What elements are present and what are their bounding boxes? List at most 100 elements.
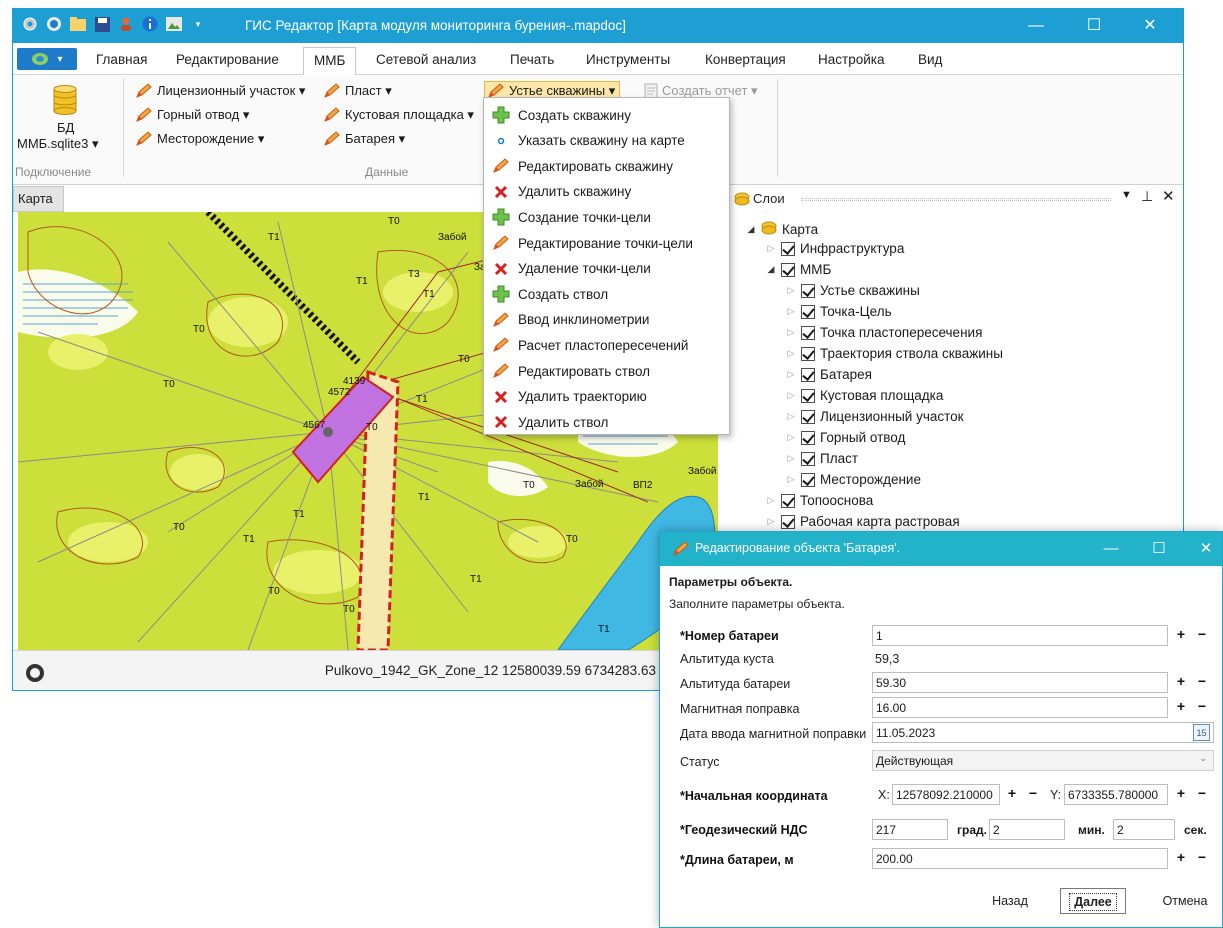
mining-allotment-button[interactable]: Горный отвод ▾ (135, 107, 249, 123)
layer-tree-item[interactable]: ▷ Устье скважины (786, 283, 920, 298)
collapsed-arrow-icon[interactable]: ▷ (786, 453, 796, 464)
layer-visibility-checkbox[interactable] (781, 241, 795, 256)
layer-tree-item[interactable]: ▷ Топооснова (766, 493, 874, 508)
layer-visibility-checkbox[interactable] (801, 409, 815, 424)
dialog-minimize-button[interactable]: — (1093, 538, 1129, 560)
back-button[interactable]: Назад (980, 888, 1040, 914)
increment-button[interactable]: + (1174, 627, 1188, 642)
pin-icon[interactable]: ⊥ (1141, 188, 1153, 205)
collapsed-arrow-icon[interactable]: ▷ (766, 243, 776, 254)
tab-tools[interactable]: Инструменты (586, 52, 670, 67)
layer-visibility-checkbox[interactable] (781, 514, 795, 529)
menu-item[interactable]: Расчет пластопересечений (484, 332, 729, 358)
collapsed-arrow-icon[interactable]: ▷ (766, 516, 776, 527)
seconds-input[interactable]: 2 (1113, 819, 1175, 840)
menu-item[interactable]: Удалить ствол (484, 409, 729, 435)
tab-main[interactable]: Главная (96, 52, 147, 67)
app-menu-button[interactable]: ▾ (17, 48, 77, 70)
dialog-close-button[interactable]: ✕ (1188, 538, 1223, 560)
layer-visibility-checkbox[interactable] (801, 472, 815, 487)
info-icon[interactable] (141, 15, 159, 33)
layer-visibility-checkbox[interactable] (801, 430, 815, 445)
increment-button[interactable]: + (1174, 674, 1188, 689)
tab-editing[interactable]: Редактирование (176, 52, 279, 67)
menu-item[interactable]: Редактировать скважину (484, 153, 729, 179)
collapsed-arrow-icon[interactable]: ▷ (786, 306, 796, 317)
decrement-button[interactable]: − (1195, 786, 1209, 801)
layer-tree-item[interactable]: ▷ Лицензионный участок (786, 409, 964, 424)
collapsed-arrow-icon[interactable]: ▷ (786, 348, 796, 359)
collapsed-arrow-icon[interactable]: ▷ (786, 474, 796, 485)
layer-visibility-checkbox[interactable] (801, 346, 815, 361)
calendar-icon[interactable]: 15 (1193, 724, 1210, 741)
collapsed-arrow-icon[interactable]: ▷ (786, 411, 796, 422)
minutes-input[interactable]: 2 (989, 819, 1065, 840)
increment-button[interactable]: + (1005, 786, 1019, 801)
mag-date-picker[interactable]: 11.05.2023 15 (872, 722, 1214, 743)
folder-icon[interactable] (69, 15, 87, 33)
users-icon[interactable] (117, 15, 135, 33)
collapsed-arrow-icon[interactable]: ▷ (786, 327, 796, 338)
menu-item[interactable]: Создать ствол (484, 281, 729, 307)
battery-button[interactable]: Батарея ▾ (323, 131, 405, 147)
status-select[interactable]: Действующая ⌄ (872, 750, 1214, 771)
x-coordinate-input[interactable]: 12578092.210000 (892, 784, 1000, 805)
degrees-input[interactable]: 217 (872, 819, 948, 840)
menu-item[interactable]: Ввод инклинометрии (484, 307, 729, 333)
tab-print[interactable]: Печать (510, 52, 554, 67)
collapsed-arrow-icon[interactable]: ▷ (786, 390, 796, 401)
maximize-button[interactable]: ☐ (1071, 13, 1117, 39)
mag-correction-input[interactable]: 16.00 (872, 697, 1168, 718)
y-coordinate-input[interactable]: 6733355.780000 (1064, 784, 1168, 805)
dialog-maximize-button[interactable]: ☐ (1141, 538, 1177, 560)
battery-altitude-input[interactable]: 59.30 (872, 672, 1168, 693)
menu-item[interactable]: Редактировать ствол (484, 358, 729, 384)
layer-tree-item[interactable]: ▷ Горный отвод (786, 430, 906, 445)
tab-map[interactable]: Карта (13, 186, 64, 212)
layer-tree-item[interactable]: ◢ Карта (746, 220, 818, 239)
close-button[interactable]: ✕ (1127, 13, 1173, 39)
menu-item[interactable]: Удалить траекторию (484, 384, 729, 410)
decrement-button[interactable]: − (1195, 699, 1209, 714)
layer-tree-item[interactable]: ▷ Кустовая площадка (786, 388, 944, 403)
decrement-button[interactable]: − (1195, 674, 1209, 689)
panel-menu-icon[interactable]: ▼ (1121, 189, 1132, 201)
globe-icon[interactable] (45, 15, 63, 33)
minimize-button[interactable]: — (1013, 13, 1059, 39)
tab-view[interactable]: Вид (918, 52, 942, 67)
menu-item[interactable]: Указать скважину на карте (484, 128, 729, 154)
license-area-button[interactable]: Лицензионный участок ▾ (135, 83, 305, 99)
menu-item[interactable]: Удалить скважину (484, 179, 729, 205)
image-icon[interactable] (165, 15, 183, 33)
battery-number-input[interactable]: 1 (872, 625, 1168, 646)
tab-conversion[interactable]: Конвертация (705, 52, 786, 67)
layer-tree-item[interactable]: ▷ Инфраструктура (766, 241, 905, 256)
database-button[interactable]: БД ММБ.sqlite3 ▾ (17, 81, 117, 157)
layer-visibility-checkbox[interactable] (781, 262, 795, 277)
layer-tree-item[interactable]: ▷ Точка-Цель (786, 304, 892, 319)
increment-button[interactable]: + (1174, 786, 1188, 801)
layer-visibility-checkbox[interactable] (801, 388, 815, 403)
next-button[interactable]: Далее (1060, 888, 1126, 914)
layer-tree-item[interactable]: ▷ Батарея (786, 367, 872, 382)
close-panel-icon[interactable]: ✕ (1162, 187, 1175, 205)
layer-tree-item[interactable]: ▷ Рабочая карта растровая (766, 514, 960, 529)
menu-item[interactable]: Редактирование точки-цели (484, 230, 729, 256)
collapsed-arrow-icon[interactable]: ▷ (786, 285, 796, 296)
layer-visibility-checkbox[interactable] (801, 304, 815, 319)
menu-item[interactable]: Удаление точки-цели (484, 256, 729, 282)
cancel-button[interactable]: Отмена (1152, 888, 1218, 914)
collapsed-arrow-icon[interactable]: ▷ (766, 495, 776, 506)
layer-visibility-checkbox[interactable] (801, 283, 815, 298)
app-gear-icon[interactable] (21, 15, 39, 33)
expanded-arrow-icon[interactable]: ◢ (766, 264, 776, 275)
layer-visibility-checkbox[interactable] (801, 451, 815, 466)
expanded-arrow-icon[interactable]: ◢ (746, 224, 756, 235)
layer-visibility-checkbox[interactable] (801, 367, 815, 382)
layer-tree-item[interactable]: ◢ ММБ (766, 262, 832, 277)
field-button[interactable]: Месторождение ▾ (135, 131, 264, 147)
panel-grip[interactable] (801, 198, 1111, 201)
increment-button[interactable]: + (1174, 850, 1188, 865)
qat-dropdown-icon[interactable]: ▾ (189, 15, 207, 33)
layer-tree-item[interactable]: ▷ Пласт (786, 451, 859, 466)
